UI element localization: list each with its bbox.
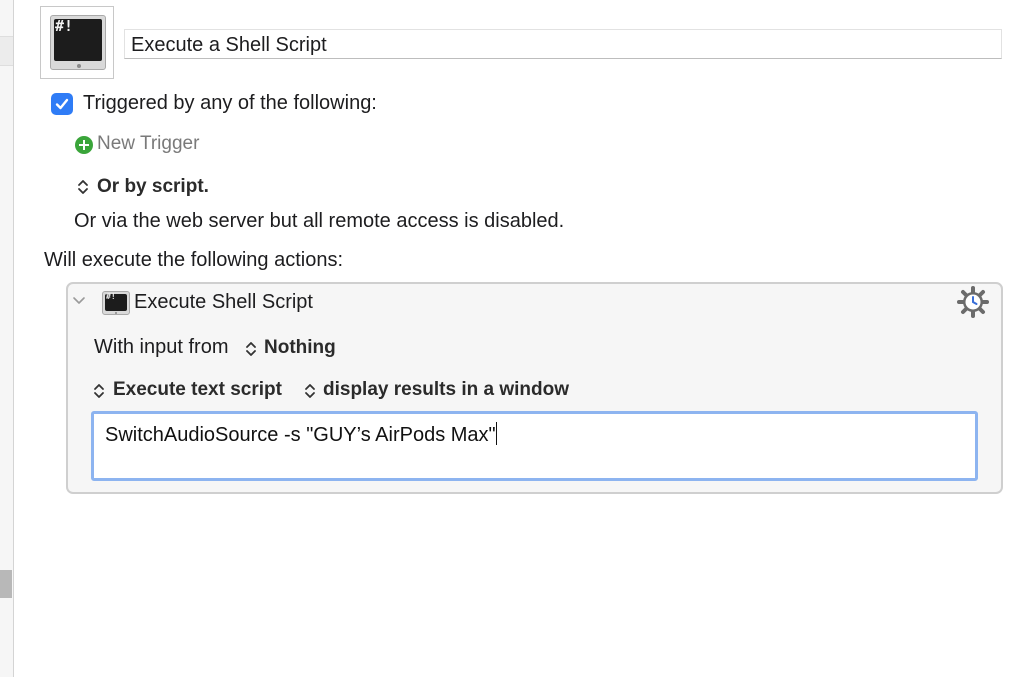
script-mode-popup[interactable]: Execute text script [113,379,282,401]
chevron-updown-icon[interactable] [304,382,316,400]
input-from-label: With input from [94,336,229,358]
or-by-script-popup[interactable]: Or by script. [97,176,209,198]
chevron-updown-icon[interactable] [93,382,105,400]
macro-icon-well[interactable]: #! [40,6,114,79]
terminal-icon: #! [102,291,130,315]
script-text-field[interactable]: SwitchAudioSource -s "GUY’s AirPods Max" [91,411,978,481]
output-mode-popup[interactable]: display results in a window [323,379,569,401]
sidebar-selection-band [0,36,13,66]
script-text: SwitchAudioSource -s "GUY’s AirPods Max" [105,424,496,446]
add-trigger-icon[interactable] [75,136,93,154]
text-caret [495,422,497,445]
terminal-icon-glyph: #! [106,292,116,301]
input-source-popup[interactable]: Nothing [264,337,336,359]
terminal-icon: #! [50,15,106,70]
triggered-label: Triggered by any of the following: [83,92,377,114]
checkmark-icon [55,98,69,110]
action-title: Execute Shell Script [134,291,313,313]
chevron-updown-icon[interactable] [77,178,89,196]
left-sidebar-edge [0,0,14,677]
sidebar-scrollbar-thumb[interactable] [0,570,12,598]
macro-name-field[interactable]: Execute a Shell Script [124,29,1002,59]
actions-heading: Will execute the following actions: [44,249,344,271]
disclosure-chevron-down-icon[interactable] [72,296,86,306]
terminal-icon-glyph: #! [55,17,74,35]
triggered-checkbox[interactable] [51,93,73,115]
gear-icon[interactable] [957,286,989,318]
new-trigger-button[interactable]: New Trigger [97,133,199,155]
chevron-updown-icon[interactable] [245,340,257,358]
web-server-note: Or via the web server but all remote acc… [74,210,565,232]
